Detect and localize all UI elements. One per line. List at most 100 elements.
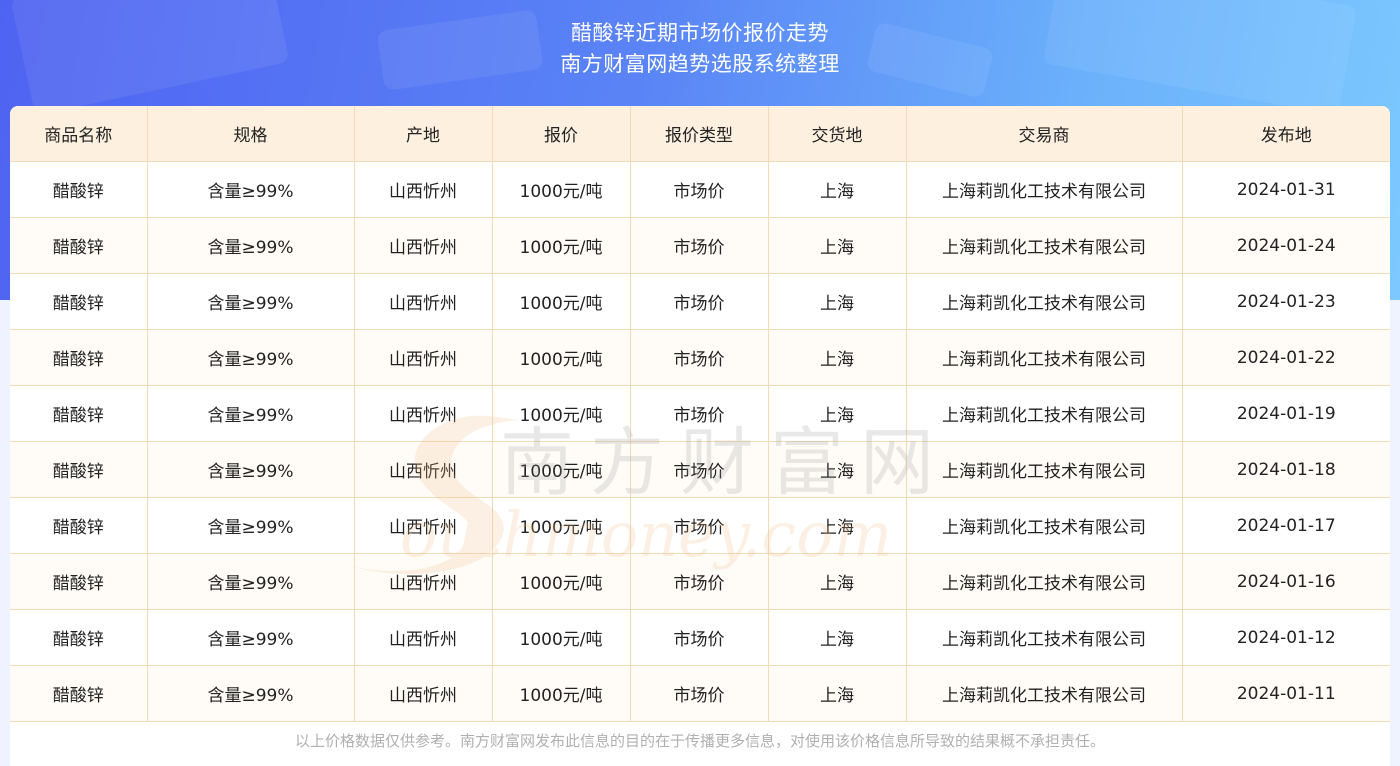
cell-delivery: 上海 [768, 497, 907, 554]
cell-trader: 上海莉凯化工技术有限公司 [906, 497, 1183, 554]
cell-product: 醋酸锌 [10, 497, 148, 554]
table-row: 醋酸锌 含量≥99% 山西忻州 1000元/吨 市场价 上海 上海莉凯化工技术有… [10, 217, 1390, 274]
cell-trader: 上海莉凯化工技术有限公司 [906, 385, 1183, 442]
cell-price: 1000元/吨 [492, 665, 631, 722]
cell-delivery: 上海 [768, 385, 907, 442]
cell-trader: 上海莉凯化工技术有限公司 [906, 161, 1183, 218]
cell-spec: 含量≥99% [147, 385, 355, 442]
cell-product: 醋酸锌 [10, 609, 148, 666]
cell-price: 1000元/吨 [492, 161, 631, 218]
title-line-2: 南方财富网趋势选股系统整理 [560, 52, 840, 76]
cell-product: 醋酸锌 [10, 385, 148, 442]
cell-origin: 山西忻州 [354, 553, 493, 610]
cell-trader: 上海莉凯化工技术有限公司 [906, 441, 1183, 498]
page-title: 醋酸锌近期市场价报价走势 南方财富网趋势选股系统整理 [0, 18, 1400, 80]
table-row: 醋酸锌 含量≥99% 山西忻州 1000元/吨 市场价 上海 上海莉凯化工技术有… [10, 161, 1390, 218]
cell-price-type: 市场价 [630, 441, 769, 498]
cell-price-type: 市场价 [630, 329, 769, 386]
cell-price-type: 市场价 [630, 553, 769, 610]
cell-spec: 含量≥99% [147, 553, 355, 610]
cell-trader: 上海莉凯化工技术有限公司 [906, 329, 1183, 386]
cell-spec: 含量≥99% [147, 497, 355, 554]
cell-product: 醋酸锌 [10, 273, 148, 330]
cell-publish-date: 2024-01-17 [1182, 497, 1390, 554]
table-row: 醋酸锌 含量≥99% 山西忻州 1000元/吨 市场价 上海 上海莉凯化工技术有… [10, 273, 1390, 330]
column-header-spec: 规格 [147, 106, 355, 162]
cell-product: 醋酸锌 [10, 441, 148, 498]
cell-price-type: 市场价 [630, 217, 769, 274]
cell-origin: 山西忻州 [354, 161, 493, 218]
cell-origin: 山西忻州 [354, 497, 493, 554]
table-row: 醋酸锌 含量≥99% 山西忻州 1000元/吨 市场价 上海 上海莉凯化工技术有… [10, 609, 1390, 666]
cell-delivery: 上海 [768, 665, 907, 722]
price-table: 商品名称 规格 产地 报价 报价类型 交货地 交易商 发布地 醋酸锌 含量≥99… [10, 106, 1390, 722]
cell-trader: 上海莉凯化工技术有限公司 [906, 609, 1183, 666]
cell-origin: 山西忻州 [354, 609, 493, 666]
cell-price-type: 市场价 [630, 273, 769, 330]
cell-product: 醋酸锌 [10, 665, 148, 722]
cell-price-type: 市场价 [630, 665, 769, 722]
title-line-1: 醋酸锌近期市场价报价走势 [571, 21, 829, 45]
table-row: 醋酸锌 含量≥99% 山西忻州 1000元/吨 市场价 上海 上海莉凯化工技术有… [10, 385, 1390, 442]
cell-origin: 山西忻州 [354, 385, 493, 442]
cell-price: 1000元/吨 [492, 441, 631, 498]
table-row: 醋酸锌 含量≥99% 山西忻州 1000元/吨 市场价 上海 上海莉凯化工技术有… [10, 665, 1390, 722]
cell-trader: 上海莉凯化工技术有限公司 [906, 665, 1183, 722]
cell-origin: 山西忻州 [354, 217, 493, 274]
column-header-price: 报价 [492, 106, 631, 162]
column-header-product: 商品名称 [10, 106, 148, 162]
cell-publish-date: 2024-01-11 [1182, 665, 1390, 722]
cell-price: 1000元/吨 [492, 609, 631, 666]
cell-publish-date: 2024-01-12 [1182, 609, 1390, 666]
cell-origin: 山西忻州 [354, 329, 493, 386]
cell-trader: 上海莉凯化工技术有限公司 [906, 273, 1183, 330]
cell-spec: 含量≥99% [147, 609, 355, 666]
column-header-publish: 发布地 [1182, 106, 1390, 162]
cell-spec: 含量≥99% [147, 329, 355, 386]
cell-delivery: 上海 [768, 441, 907, 498]
cell-price: 1000元/吨 [492, 497, 631, 554]
cell-delivery: 上海 [768, 217, 907, 274]
cell-price: 1000元/吨 [492, 273, 631, 330]
cell-publish-date: 2024-01-16 [1182, 553, 1390, 610]
column-header-origin: 产地 [354, 106, 493, 162]
cell-price-type: 市场价 [630, 609, 769, 666]
table-row: 醋酸锌 含量≥99% 山西忻州 1000元/吨 市场价 上海 上海莉凯化工技术有… [10, 441, 1390, 498]
cell-price-type: 市场价 [630, 385, 769, 442]
cell-product: 醋酸锌 [10, 161, 148, 218]
cell-publish-date: 2024-01-31 [1182, 161, 1390, 218]
cell-price: 1000元/吨 [492, 217, 631, 274]
cell-product: 醋酸锌 [10, 329, 148, 386]
table-row: 醋酸锌 含量≥99% 山西忻州 1000元/吨 市场价 上海 上海莉凯化工技术有… [10, 497, 1390, 554]
cell-spec: 含量≥99% [147, 441, 355, 498]
table-header-row: 商品名称 规格 产地 报价 报价类型 交货地 交易商 发布地 [10, 106, 1390, 162]
cell-origin: 山西忻州 [354, 665, 493, 722]
cell-delivery: 上海 [768, 161, 907, 218]
cell-origin: 山西忻州 [354, 441, 493, 498]
disclaimer-text: 以上价格数据仅供参考。南方财富网发布此信息的目的在于传播更多信息，对使用该价格信… [294, 732, 1105, 750]
cell-spec: 含量≥99% [147, 217, 355, 274]
cell-price: 1000元/吨 [492, 385, 631, 442]
cell-origin: 山西忻州 [354, 273, 493, 330]
cell-delivery: 上海 [768, 329, 907, 386]
cell-publish-date: 2024-01-23 [1182, 273, 1390, 330]
table-row: 醋酸锌 含量≥99% 山西忻州 1000元/吨 市场价 上海 上海莉凯化工技术有… [10, 553, 1390, 610]
cell-product: 醋酸锌 [10, 217, 148, 274]
cell-price: 1000元/吨 [492, 329, 631, 386]
cell-spec: 含量≥99% [147, 665, 355, 722]
cell-price: 1000元/吨 [492, 553, 631, 610]
cell-spec: 含量≥99% [147, 161, 355, 218]
column-header-price-type: 报价类型 [630, 106, 769, 162]
cell-publish-date: 2024-01-18 [1182, 441, 1390, 498]
cell-price-type: 市场价 [630, 161, 769, 218]
cell-delivery: 上海 [768, 553, 907, 610]
column-header-delivery: 交货地 [768, 106, 907, 162]
column-header-trader: 交易商 [906, 106, 1183, 162]
cell-publish-date: 2024-01-19 [1182, 385, 1390, 442]
cell-delivery: 上海 [768, 609, 907, 666]
cell-trader: 上海莉凯化工技术有限公司 [906, 553, 1183, 610]
cell-trader: 上海莉凯化工技术有限公司 [906, 217, 1183, 274]
cell-publish-date: 2024-01-22 [1182, 329, 1390, 386]
cell-publish-date: 2024-01-24 [1182, 217, 1390, 274]
price-table-card: 商品名称 规格 产地 报价 报价类型 交货地 交易商 发布地 醋酸锌 含量≥99… [10, 106, 1390, 766]
